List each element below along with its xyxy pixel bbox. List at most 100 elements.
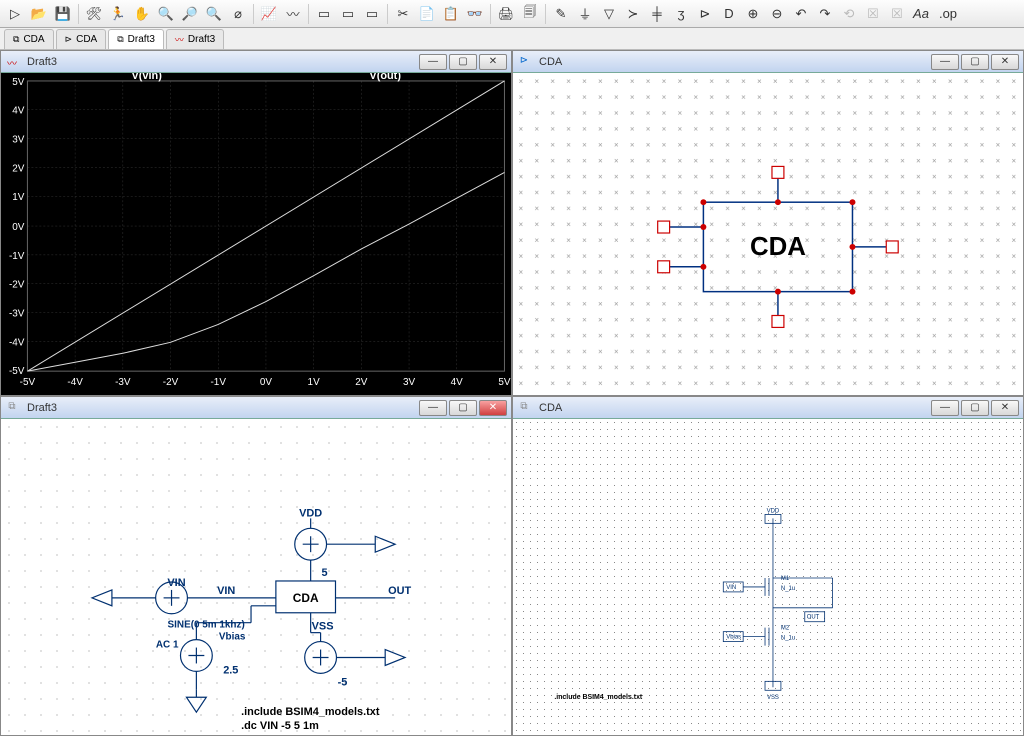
svg-text:N_1u: N_1u [781,636,795,642]
svg-text:VIN: VIN [217,585,235,597]
svg-text:Vbias: Vbias [726,635,741,641]
tool-inductor-icon[interactable]: ʒ [670,3,692,25]
pane-symbol: ⊳ CDA — ▢ ✕ × [512,50,1024,396]
tool-text-icon[interactable]: Aa [910,3,932,25]
tool-spice-icon[interactable]: .op [934,3,962,25]
tool-find-icon[interactable]: 👓 [464,3,486,25]
svg-text:VSS: VSS [767,695,779,701]
symbol-label: CDA [750,233,806,261]
minimize-button[interactable]: — [419,54,447,70]
schematic-icon: ⧉ [517,401,531,415]
pane-waveform: 〰 Draft3 — ▢ ✕ 5V [0,50,512,396]
tool-drag-icon[interactable]: ⊖ [766,3,788,25]
pane-waveform-titlebar[interactable]: 〰 Draft3 — ▢ ✕ [1,51,511,73]
svg-text:Vbias: Vbias [219,632,246,643]
tool-tile3-icon[interactable]: ▭ [361,3,383,25]
tab-label: CDA [76,34,97,45]
tool-pan-icon[interactable]: ✋ [131,3,153,25]
svg-text:V(vin): V(vin) [132,73,163,82]
tool-printsetup-icon[interactable]: 🗐 [519,3,541,25]
svg-text:AC 1: AC 1 [156,640,179,651]
tab-cda-symbol[interactable]: ⧉CDA [4,29,54,49]
workspace: 〰 Draft3 — ▢ ✕ 5V [0,50,1024,736]
pane-testbench-titlebar[interactable]: ⧉ Draft3 — ▢ ✕ [1,397,511,419]
close-button[interactable]: ✕ [991,400,1019,416]
tool-move-icon[interactable]: ⊕ [742,3,764,25]
tool-component-icon[interactable]: D [718,3,740,25]
tab-draft3-plot[interactable]: 〰Draft3 [166,29,224,49]
tool-print-icon[interactable]: 🖨 [495,3,517,25]
tab-cda-schem[interactable]: ⊳CDA [56,29,107,49]
tool-cut-icon[interactable]: ✂ [392,3,414,25]
tool-ground-icon[interactable]: ⏚ [574,3,596,25]
tool-label-icon[interactable]: ▽ [598,3,620,25]
maximize-button[interactable]: ▢ [961,400,989,416]
svg-text:.dc VIN -5 5 1m: .dc VIN -5 5 1m [241,720,319,732]
tool-mirror-icon[interactable]: ☒ [862,3,884,25]
svg-text:5V: 5V [498,377,511,388]
svg-text:.include BSIM4_models.txt: .include BSIM4_models.txt [241,706,380,718]
symbol-canvas[interactable]: × CDA [513,73,1023,395]
tool-run-icon[interactable]: ▷ [4,3,26,25]
waveform-icon: 〰 [5,55,19,69]
maximize-button[interactable]: ▢ [449,400,477,416]
tab-label: Draft3 [128,34,155,45]
close-button[interactable]: ✕ [479,54,507,70]
tool-open-icon[interactable]: 📂 [28,3,50,25]
tool-wire-icon[interactable]: ✎ [550,3,572,25]
svg-text:CDA: CDA [293,591,319,605]
svg-text:VSS: VSS [312,621,334,633]
pane-title: Draft3 [23,402,419,414]
svg-text:M2: M2 [781,626,790,632]
tool-redo-icon[interactable]: ↷ [814,3,836,25]
svg-text:VIN: VIN [167,577,185,589]
tool-config-icon[interactable]: 🛠 [83,3,105,25]
pane-title: CDA [535,402,931,414]
tab-label: Draft3 [188,34,215,45]
tool-mirror2-icon[interactable]: ☒ [886,3,908,25]
tool-trace-icon[interactable]: 〰 [282,3,304,25]
svg-text:-5V: -5V [20,377,36,388]
tool-undo-icon[interactable]: ↶ [790,3,812,25]
close-button[interactable]: ✕ [991,54,1019,70]
tool-zoomfit-icon[interactable]: ⌀ [227,3,249,25]
svg-text:OUT: OUT [807,615,820,621]
tool-copy-icon[interactable]: 📄 [416,3,438,25]
tool-zoomin-icon[interactable]: 🔍 [155,3,177,25]
tab-draft3-schem[interactable]: ⧉Draft3 [108,29,164,49]
pane-title: Draft3 [23,56,419,68]
testbench-canvas[interactable]: VDD 5 VIN VIN OUT VSS -5 SINE(0 5m 1khz)… [1,419,511,735]
svg-text:1V: 1V [308,377,321,388]
close-button[interactable]: ✕ [479,400,507,416]
tool-zoomout-icon[interactable]: 🔍 [203,3,225,25]
pane-title: CDA [535,56,931,68]
tool-zoom-icon[interactable]: 🔎 [179,3,201,25]
svg-text:-1V: -1V [211,377,227,388]
tool-capacitor-icon[interactable]: ╪ [646,3,668,25]
svg-text:-2V: -2V [9,280,25,291]
tool-paste-icon[interactable]: 📋 [440,3,462,25]
svg-text:2V: 2V [12,163,25,174]
pane-symbol-titlebar[interactable]: ⊳ CDA — ▢ ✕ [513,51,1023,73]
maximize-button[interactable]: ▢ [961,54,989,70]
circuit-canvas[interactable]: VDD M1 N_1u M2 N_1u VIN OUT Vbias VSS .i… [513,419,1023,735]
waveform-chart: 5V 4V 3V 2V 1V 0V -1V -2V -3V -4V -5V -5… [1,73,511,395]
pane-circuit-titlebar[interactable]: ⧉ CDA — ▢ ✕ [513,397,1023,419]
tool-diode-icon[interactable]: ⊳ [694,3,716,25]
tool-resistor-icon[interactable]: ≻ [622,3,644,25]
minimize-button[interactable]: — [931,400,959,416]
plot-area[interactable]: 5V 4V 3V 2V 1V 0V -1V -2V -3V -4V -5V -5… [1,73,511,395]
svg-text:-4V: -4V [67,377,83,388]
svg-text:-3V: -3V [9,308,25,319]
maximize-button[interactable]: ▢ [449,54,477,70]
tool-save-icon[interactable]: 💾 [52,3,74,25]
svg-text:-5: -5 [338,676,348,688]
tool-autoscale-icon[interactable]: 📈 [258,3,280,25]
svg-text:1V: 1V [12,192,25,203]
tool-simulate-icon[interactable]: 🏃 [107,3,129,25]
tool-tile1-icon[interactable]: ▭ [313,3,335,25]
tool-tile2-icon[interactable]: ▭ [337,3,359,25]
tool-rotate-icon[interactable]: ⟲ [838,3,860,25]
minimize-button[interactable]: — [931,54,959,70]
minimize-button[interactable]: — [419,400,447,416]
